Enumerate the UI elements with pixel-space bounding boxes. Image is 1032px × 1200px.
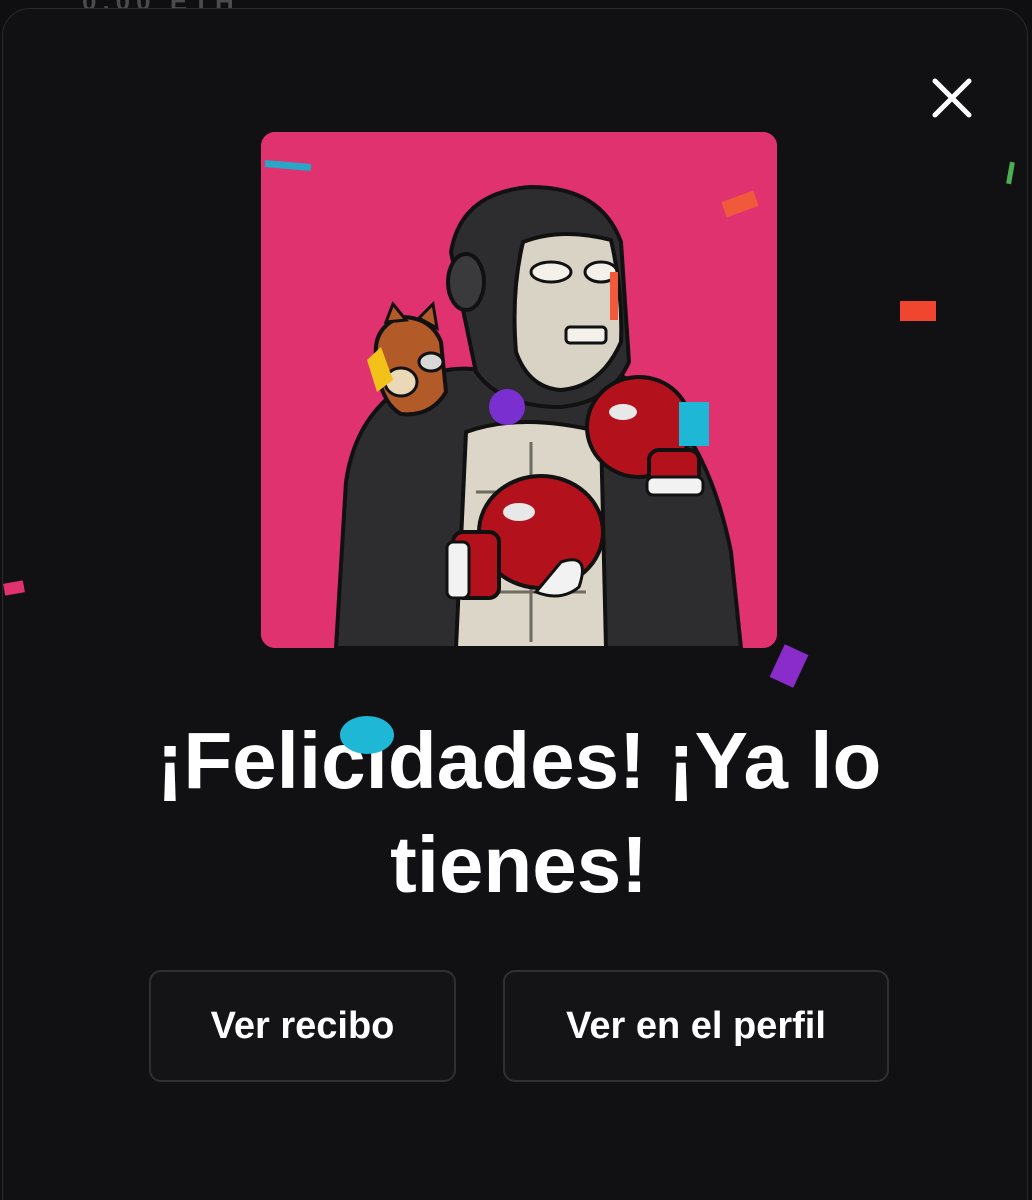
view-on-profile-button[interactable]: Ver en el perfil (503, 970, 889, 1082)
success-title: ¡Felicidades! ¡Ya lo tienes! (156, 716, 882, 909)
close-button[interactable] (925, 73, 979, 127)
view-receipt-button[interactable]: Ver recibo (149, 970, 456, 1082)
nft-image (261, 132, 777, 648)
close-icon (932, 78, 972, 118)
gorilla-boxer-illustration (261, 132, 777, 648)
page: 0.00 ETH (0, 0, 1032, 1200)
success-modal: ¡Felicidades! ¡Ya lo tienes! Ver recibo … (2, 8, 1028, 1200)
